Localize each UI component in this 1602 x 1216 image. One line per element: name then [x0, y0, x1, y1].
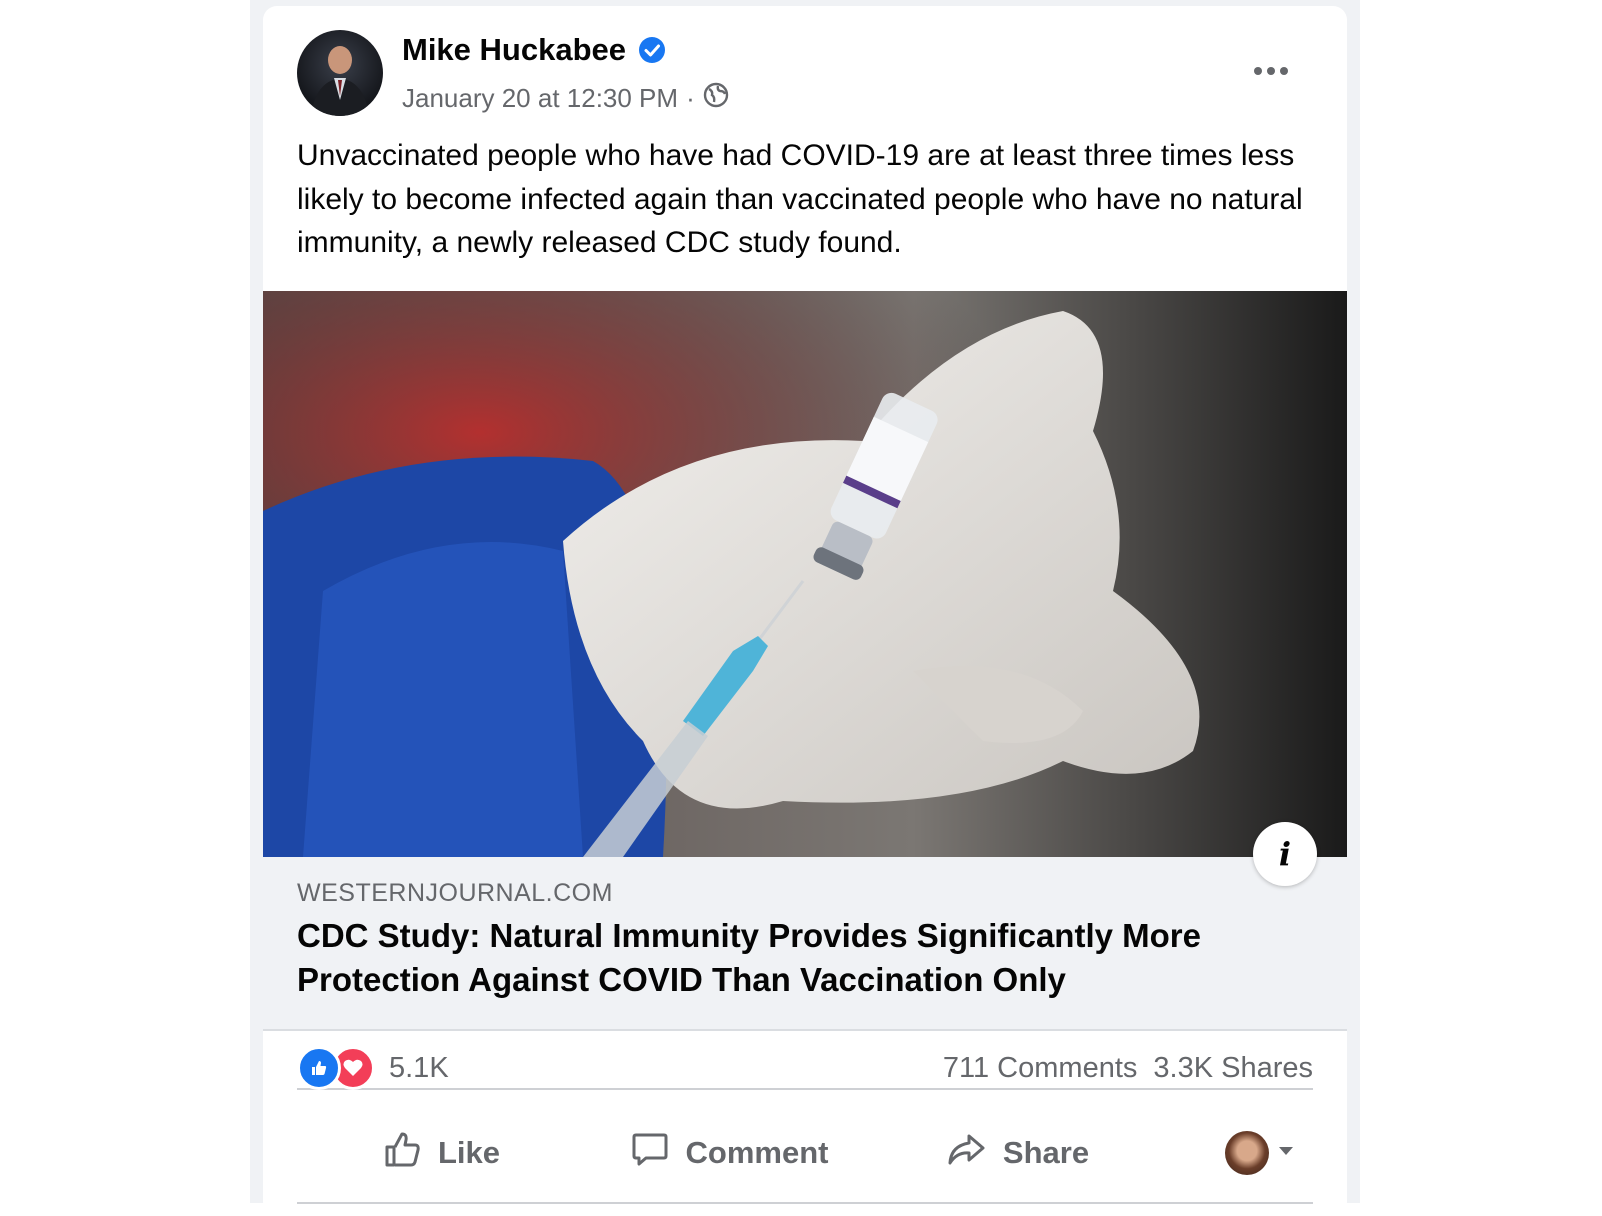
comment-button[interactable]: Comment: [585, 1118, 873, 1188]
vaccine-syringe-photo: [263, 291, 1347, 857]
info-icon[interactable]: i: [1253, 822, 1317, 886]
share-label: Share: [1002, 1135, 1090, 1170]
meta-separator: ·: [686, 83, 695, 113]
like-button[interactable]: Like: [297, 1118, 585, 1188]
share-button[interactable]: Share: [873, 1118, 1161, 1188]
like-reaction-icon: [297, 1046, 341, 1090]
post-timestamp[interactable]: January 20 at 12:30 PM: [402, 83, 678, 114]
link-preview-footer[interactable]: WESTERNJOURNAL.COM CDC Study: Natural Im…: [263, 857, 1347, 1031]
engagement-counts: 711 Comments 3.3K Shares: [943, 1052, 1313, 1085]
verified-badge-icon: [638, 36, 666, 64]
chevron-down-icon: [1277, 1144, 1295, 1162]
shares-count-link[interactable]: 3.3K Shares: [1153, 1052, 1313, 1085]
post-stats: 5.1K 711 Comments 3.3K Shares: [297, 1042, 1313, 1094]
more-options-icon[interactable]: [1247, 56, 1295, 86]
reactions-count: 5.1K: [389, 1051, 449, 1084]
link-headline[interactable]: CDC Study: Natural Immunity Provides Sig…: [297, 914, 1307, 1002]
share-arrow-icon: [945, 1129, 987, 1177]
comment-icon: [630, 1129, 670, 1177]
author-name[interactable]: Mike Huckabee: [402, 32, 626, 68]
comment-label: Comment: [685, 1135, 829, 1170]
avatar-portrait: [311, 46, 369, 116]
reactions-summary[interactable]: 5.1K: [297, 1046, 449, 1090]
link-domain: WESTERNJOURNAL.COM: [297, 879, 613, 907]
post-body-text: Unvaccinated people who have had COVID-1…: [297, 139, 1303, 259]
actions-divider: [297, 1202, 1313, 1204]
post-action-bar: Like Comment Share: [297, 1118, 1313, 1188]
thumbs-up-icon: [382, 1129, 422, 1177]
comments-count-link[interactable]: 711 Comments: [943, 1052, 1138, 1085]
user-avatar: [1225, 1131, 1269, 1175]
author-avatar[interactable]: [297, 30, 383, 116]
stats-divider: [297, 1088, 1313, 1090]
author-name-row: Mike Huckabee: [402, 32, 666, 68]
post-link-image[interactable]: [263, 291, 1347, 857]
audience-selector[interactable]: [1225, 1131, 1295, 1175]
globe-icon[interactable]: [703, 82, 729, 115]
post-card: Mike Huckabee January 20 at 12:30 PM · U…: [263, 6, 1347, 1216]
like-label: Like: [437, 1135, 501, 1170]
post-meta: January 20 at 12:30 PM ·: [402, 82, 729, 115]
